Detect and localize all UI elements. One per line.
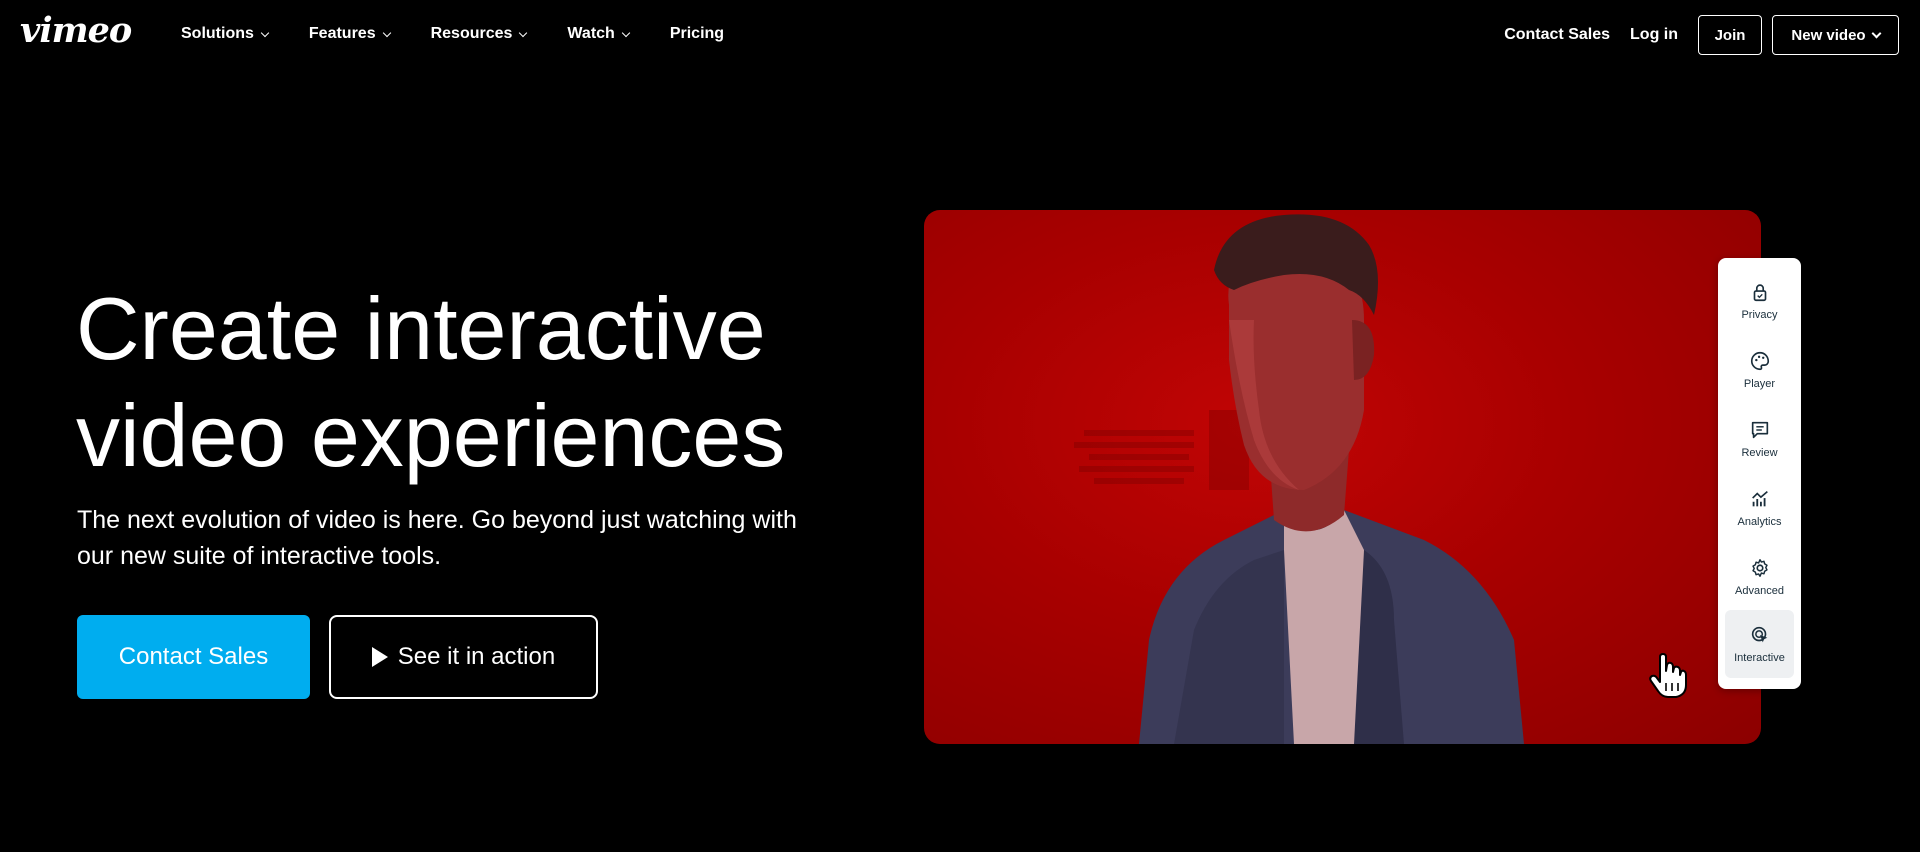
comment-icon bbox=[1751, 421, 1768, 439]
see-it-in-action-label: See it in action bbox=[397, 643, 556, 670]
contact-sales-button[interactable]: Contact Sales bbox=[77, 615, 310, 699]
nav-item-label: Features bbox=[308, 25, 376, 42]
nav-item-label: Pricing bbox=[669, 25, 725, 42]
panel-item-player[interactable]: Player bbox=[1725, 338, 1794, 401]
chevron-down-icon bbox=[519, 28, 528, 37]
nav-item-features[interactable]: Features bbox=[308, 25, 391, 43]
panel-item-analytics[interactable]: Analytics bbox=[1725, 476, 1794, 539]
nav-item-resources[interactable]: Resources bbox=[430, 25, 528, 43]
panel-item-label: Advanced bbox=[1735, 585, 1784, 597]
panel-item-interactive[interactable]: Interactive bbox=[1725, 610, 1794, 678]
video-person-illustration bbox=[1074, 214, 1524, 744]
vimeo-logo[interactable]: vimeo bbox=[20, 10, 132, 51]
hand-pointer-icon bbox=[1649, 653, 1687, 698]
chevron-down-icon bbox=[1871, 28, 1882, 38]
nav-item-solutions[interactable]: Solutions bbox=[181, 25, 270, 43]
panel-item-label: Analytics bbox=[1737, 516, 1782, 528]
new-video-button[interactable]: New video bbox=[1772, 15, 1899, 55]
nav-item-pricing[interactable]: Pricing bbox=[670, 25, 724, 43]
hero-subtitle-line-2: our new suite of interactive tools. bbox=[77, 542, 442, 570]
chevron-down-icon bbox=[621, 28, 631, 37]
lock-icon bbox=[1753, 284, 1766, 302]
log-in-link[interactable]: Log in bbox=[1630, 26, 1678, 44]
nav-item-label: Resources bbox=[430, 25, 513, 42]
top-nav: vimeo Solutions Features Resources Watch… bbox=[0, 0, 1920, 70]
new-video-button-label: New video bbox=[1791, 26, 1866, 44]
panel-item-label: Privacy bbox=[1741, 309, 1778, 321]
palette-icon bbox=[1750, 351, 1769, 371]
panel-item-privacy[interactable]: Privacy bbox=[1725, 269, 1794, 332]
panel-item-review[interactable]: Review bbox=[1725, 407, 1794, 470]
contact-sales-button-label: Contact Sales bbox=[118, 643, 269, 670]
hero-title-line-2: video experiences bbox=[76, 386, 786, 485]
join-button[interactable]: Join bbox=[1698, 15, 1762, 55]
nav-item-label: Solutions bbox=[181, 25, 254, 42]
feature-panel: Privacy Player Review Analytics Advanced… bbox=[1718, 258, 1801, 689]
hero-subtitle: The next evolution of video is here. Go … bbox=[77, 502, 857, 574]
chevron-down-icon bbox=[382, 28, 391, 37]
panel-item-label: Interactive bbox=[1734, 652, 1785, 664]
nav-actions: Contact Sales Log in Join New video bbox=[1484, 15, 1899, 55]
play-icon bbox=[371, 647, 388, 667]
join-button-label: Join bbox=[1714, 26, 1746, 44]
panel-item-advanced[interactable]: Advanced bbox=[1725, 545, 1794, 608]
nav-links: Solutions Features Resources Watch Prici… bbox=[181, 25, 765, 43]
chevron-down-icon bbox=[260, 28, 270, 37]
nav-item-label: Watch bbox=[567, 25, 615, 42]
gear-icon bbox=[1751, 559, 1768, 577]
panel-item-label: Review bbox=[1741, 447, 1778, 459]
nav-item-watch[interactable]: Watch bbox=[567, 25, 631, 43]
hero-title-line-1: Create interactive bbox=[76, 279, 766, 378]
hero-title: Create interactive video experiences bbox=[76, 275, 896, 489]
chart-icon bbox=[1751, 491, 1768, 507]
contact-sales-link[interactable]: Contact Sales bbox=[1504, 26, 1610, 44]
panel-item-label: Player bbox=[1743, 378, 1776, 390]
see-it-in-action-button[interactable]: See it in action bbox=[329, 615, 598, 699]
click-icon bbox=[1751, 626, 1767, 643]
hero-subtitle-line-1: The next evolution of video is here. Go … bbox=[77, 506, 797, 534]
hero-video[interactable] bbox=[924, 210, 1761, 744]
